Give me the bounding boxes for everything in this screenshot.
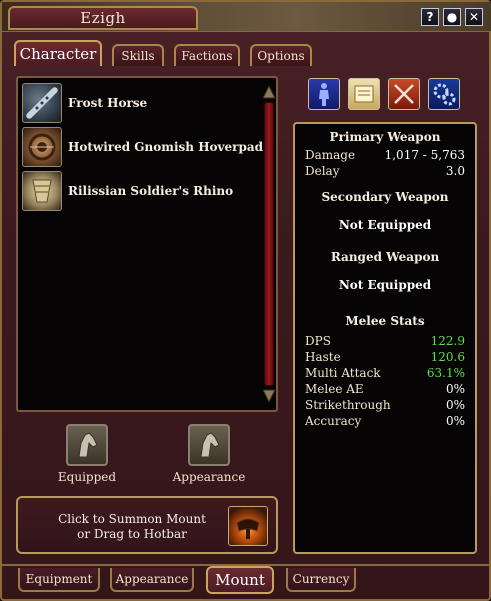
horse-head-icon [200, 432, 220, 458]
mount-name: Rilissian Soldier's Rhino [68, 184, 234, 198]
summon-line-2: or Drag to Hotbar [77, 527, 187, 541]
stat-value: 0% [445, 414, 465, 428]
horse-head-icon [78, 432, 98, 458]
stat-label: DPS [305, 334, 331, 348]
flute-icon [22, 83, 62, 123]
stat-row: Melee AE 0% [305, 382, 465, 398]
delay-label: Delay [305, 164, 340, 178]
list-item[interactable]: Hotwired Gnomish Hoverpad [22, 126, 263, 168]
list-item[interactable]: Frost Horse [22, 82, 147, 124]
stat-value: 0% [445, 398, 465, 412]
summon-mount-panel: Click to Summon Mount or Drag to Hotbar [16, 496, 278, 554]
scroll-icon[interactable] [348, 78, 380, 110]
stat-label: Strikethrough [305, 398, 391, 412]
stat-row: Strikethrough 0% [305, 398, 465, 414]
stat-row: DPS 122.9 [305, 334, 465, 350]
equipped-mount-slot[interactable] [66, 424, 108, 466]
summon-line-1: Click to Summon Mount [58, 512, 206, 526]
stat-label: Melee AE [305, 382, 364, 396]
mount-list: Frost Horse Hotwired Gnomish Hoverpad Ri… [16, 76, 278, 412]
tab-character[interactable]: Character [14, 40, 102, 66]
weapon-stats-panel: Primary Weapon Damage 1,017 - 5,763 Dela… [293, 122, 477, 554]
secondary-weapon-title: Secondary Weapon [321, 190, 449, 204]
stat-value: 63.1% [426, 366, 465, 380]
damage-row: Damage 1,017 - 5,763 [305, 148, 465, 164]
equipped-label: Equipped [57, 470, 117, 484]
ranged-weapon-value: Not Equipped [338, 278, 432, 292]
stat-row: Multi Attack 63.1% [305, 366, 465, 382]
stat-value: 120.6 [430, 350, 465, 364]
scroll-up-button[interactable] [261, 84, 277, 100]
summon-instructions: Click to Summon Mount or Drag to Hotbar [32, 512, 232, 542]
delay-row: Delay 3.0 [305, 164, 465, 180]
tab-equipment[interactable]: Equipment [18, 568, 100, 592]
window-title: Ezigh [8, 6, 198, 30]
stat-value: 0% [445, 382, 465, 396]
tab-factions[interactable]: Factions [174, 44, 240, 66]
close-button[interactable]: ✕ [465, 8, 483, 26]
stat-label: Multi Attack [305, 366, 381, 380]
tab-appearance[interactable]: Appearance [110, 568, 194, 592]
tab-mount[interactable]: Mount [206, 566, 274, 594]
ranged-weapon-title: Ranged Weapon [330, 250, 440, 264]
saddle-icon[interactable] [228, 506, 268, 546]
horn-icon [22, 171, 62, 211]
gears-icon[interactable] [428, 78, 460, 110]
scrollbar[interactable] [264, 102, 274, 386]
stat-label: Haste [305, 350, 341, 364]
gear-device-icon [22, 127, 62, 167]
scroll-down-button[interactable] [261, 388, 277, 404]
arrow-up-icon [262, 84, 276, 99]
appearance-mount-slot[interactable] [188, 424, 230, 466]
mount-name: Frost Horse [68, 96, 148, 110]
tab-skills[interactable]: Skills [112, 44, 164, 66]
stat-value: 122.9 [430, 334, 465, 348]
stat-row: Accuracy 0% [305, 414, 465, 430]
character-window: Ezigh ? ● ✕ Character Skills Factions Op… [0, 0, 491, 601]
damage-value: 1,017 - 5,763 [384, 148, 465, 162]
damage-label: Damage [305, 148, 356, 162]
primary-weapon-title: Primary Weapon [329, 130, 441, 144]
tab-currency[interactable]: Currency [286, 568, 356, 592]
crossed-swords-icon[interactable] [388, 78, 420, 110]
character-model-icon[interactable] [308, 78, 340, 110]
tab-options[interactable]: Options [250, 44, 312, 66]
help-button[interactable]: ? [421, 8, 439, 26]
list-item[interactable]: Rilissian Soldier's Rhino [22, 170, 233, 212]
delay-value: 3.0 [445, 164, 465, 178]
options-button[interactable]: ● [443, 8, 461, 26]
stat-label: Accuracy [305, 414, 362, 428]
stat-row: Haste 120.6 [305, 350, 465, 366]
melee-stats-title: Melee Stats [345, 314, 425, 328]
window-controls: ? ● ✕ [421, 8, 483, 26]
mount-name: Hotwired Gnomish Hoverpad [68, 140, 264, 154]
secondary-weapon-value: Not Equipped [338, 218, 432, 232]
arrow-down-icon [262, 389, 276, 404]
appearance-label: Appearance [172, 470, 246, 484]
